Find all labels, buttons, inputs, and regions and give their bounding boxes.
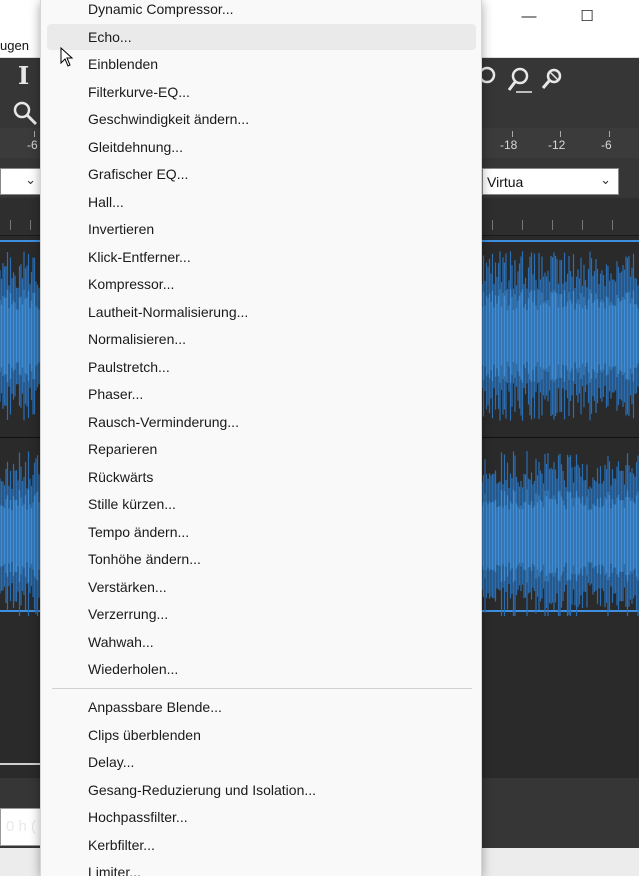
menu-item-wiederholen[interactable]: Wiederholen... [47, 656, 476, 682]
maximize-button[interactable]: ☐ [564, 0, 610, 32]
menu-item-label: Delay... [88, 754, 135, 770]
menu-item-clips-überblenden[interactable]: Clips überblenden [47, 722, 476, 748]
waveform-right [482, 251, 639, 616]
output-device-value: Virtua [487, 174, 524, 190]
menu-item-label: Stille kürzen... [88, 496, 176, 512]
menu-item-label: Tonhöhe ändern... [88, 551, 201, 567]
menu-item-reparieren[interactable]: Reparieren [47, 436, 476, 462]
output-device-dropdown[interactable]: Virtua ⌄ [482, 168, 619, 195]
menu-item-verstärken[interactable]: Verstärken... [47, 574, 476, 600]
chevron-down-icon: ⌄ [25, 172, 36, 187]
menu-item-wahwah[interactable]: Wahwah... [47, 629, 476, 655]
menu-item-label: Rückwärts [88, 468, 154, 485]
zoom-toggle-icon[interactable] [540, 66, 566, 92]
menu-item-kerbfilter[interactable]: Kerbfilter... [47, 832, 476, 858]
host-dropdown[interactable]: ⌄ [0, 168, 44, 195]
menu-item-label: Normalisieren... [88, 331, 187, 347]
menu-item-label: Grafischer EQ... [88, 166, 189, 182]
menu-item-dynamic-compressor[interactable]: Dynamic Compressor... [47, 0, 476, 22]
menu-item-label: Filterkurve-EQ... [88, 83, 190, 100]
menu-item-label: Rausch-Verminderung... [88, 413, 239, 430]
waveform-left [0, 251, 40, 616]
menu-item-label: Echo... [88, 28, 132, 45]
menu-item-label: Geschwindigkeit ändern... [88, 111, 250, 127]
menu-item-anpassbare-blende[interactable]: Anpassbare Blende... [47, 694, 476, 720]
menu-item-rückwärts[interactable]: Rückwärts [47, 464, 476, 490]
menu-item-klick-entferner[interactable]: Klick-Entferner... [47, 244, 476, 270]
menu-item-delay[interactable]: Delay... [47, 749, 476, 775]
menu-item-echo[interactable]: Echo... [47, 23, 476, 50]
menu-item-label: Verzerrung... [88, 606, 169, 622]
menu-item-phaser[interactable]: Phaser... [47, 381, 476, 407]
menu-item-hochpassfilter[interactable]: Hochpassfilter... [47, 804, 476, 830]
menu-item-limiter[interactable]: Limiter... [47, 859, 476, 876]
menu-item-rausch-verminderung[interactable]: Rausch-Verminderung... [47, 409, 476, 435]
menu-item-label: Gesang-Reduzierung und Isolation... [88, 781, 317, 798]
menu-item-tonhöhe-ändern[interactable]: Tonhöhe ändern... [47, 546, 476, 572]
menu-item-label: Clips überblenden [88, 726, 201, 743]
menu-item-label: Phaser... [88, 386, 144, 402]
menu-item-gesang-reduzierung-und-isolation[interactable]: Gesang-Reduzierung und Isolation... [47, 777, 476, 803]
menu-item-label: Dynamic Compressor... [88, 1, 234, 17]
menu-item-label: Limiter... [88, 864, 141, 876]
zoom-fit-icon[interactable] [506, 66, 534, 94]
menu-item-grafischer-eq[interactable]: Grafischer EQ... [47, 161, 476, 187]
menu-item-label: Verstärken... [88, 578, 167, 595]
menu-item-label: Reparieren [88, 441, 158, 457]
menu-item-label: Kompressor... [88, 276, 175, 292]
meter-tick-label: -12 [548, 138, 566, 152]
menu-item-label: Klick-Entferner... [88, 248, 191, 265]
selection-tool-icon[interactable]: I [18, 64, 29, 88]
meter-tick-label: -6 [27, 138, 38, 152]
menu-item-stille-kürzen[interactable]: Stille kürzen... [47, 491, 476, 517]
menu-item-lautheit-normalisierung[interactable]: Lautheit-Normalisierung... [47, 299, 476, 325]
menu-item-label: Wahwah... [88, 633, 154, 650]
menu-item-gleitdehnung[interactable]: Gleitdehnung... [47, 134, 476, 160]
zoom-tool-icon[interactable] [12, 100, 40, 126]
meter-tick-label: -18 [500, 138, 518, 152]
menu-item-normalisieren[interactable]: Normalisieren... [47, 326, 476, 352]
minimize-icon: — [521, 7, 537, 25]
effects-submenu: Dynamic Compressor... Echo... Einblenden Fi… [40, 0, 482, 876]
menu-item-label: Lautheit-Normalisierung... [88, 303, 249, 320]
menu-item-label: Anpassbare Blende... [88, 699, 222, 715]
menu-separator [52, 688, 472, 689]
maximize-icon: ☐ [580, 8, 594, 25]
minimize-button[interactable]: — [506, 0, 552, 32]
menu-item-geschwindigkeit-ändern[interactable]: Geschwindigkeit ändern... [47, 106, 476, 132]
menu-item-filterkurve-eq[interactable]: Filterkurve-EQ... [47, 79, 476, 105]
menu-item-verzerrung[interactable]: Verzerrung... [47, 601, 476, 627]
menu-item-label: Gleitdehnung... [88, 138, 183, 155]
horizontal-scrollbar[interactable] [0, 763, 44, 765]
menu-item-label: Wiederholen... [88, 661, 179, 677]
menu-item-label: Hochpassfilter... [88, 809, 188, 825]
menu-item-paulstretch[interactable]: Paulstretch... [47, 354, 476, 380]
menubar-partial-item[interactable]: ugen [0, 38, 29, 53]
menu-item-tempo-ändern[interactable]: Tempo ändern... [47, 519, 476, 545]
menu-item-label: Hall... [88, 193, 124, 210]
menu-item-einblenden[interactable]: Einblenden [47, 51, 476, 77]
menu-item-kompressor[interactable]: Kompressor... [47, 271, 476, 297]
menu-item-label: Kerbfilter... [88, 836, 155, 853]
meter-tick-label: -6 [601, 138, 612, 152]
menu-item-label: Einblenden [88, 56, 159, 72]
menu-item-label: Invertieren [88, 221, 155, 237]
menu-item-invertieren[interactable]: Invertieren [47, 216, 476, 242]
chevron-down-icon: ⌄ [600, 172, 611, 187]
mouse-pointer-icon [60, 47, 74, 67]
time-readout: 0 h ( [6, 818, 37, 835]
menu-item-label: Tempo ändern... [88, 523, 190, 540]
menu-item-hall[interactable]: Hall... [47, 189, 476, 215]
menu-item-label: Paulstretch... [88, 358, 170, 375]
